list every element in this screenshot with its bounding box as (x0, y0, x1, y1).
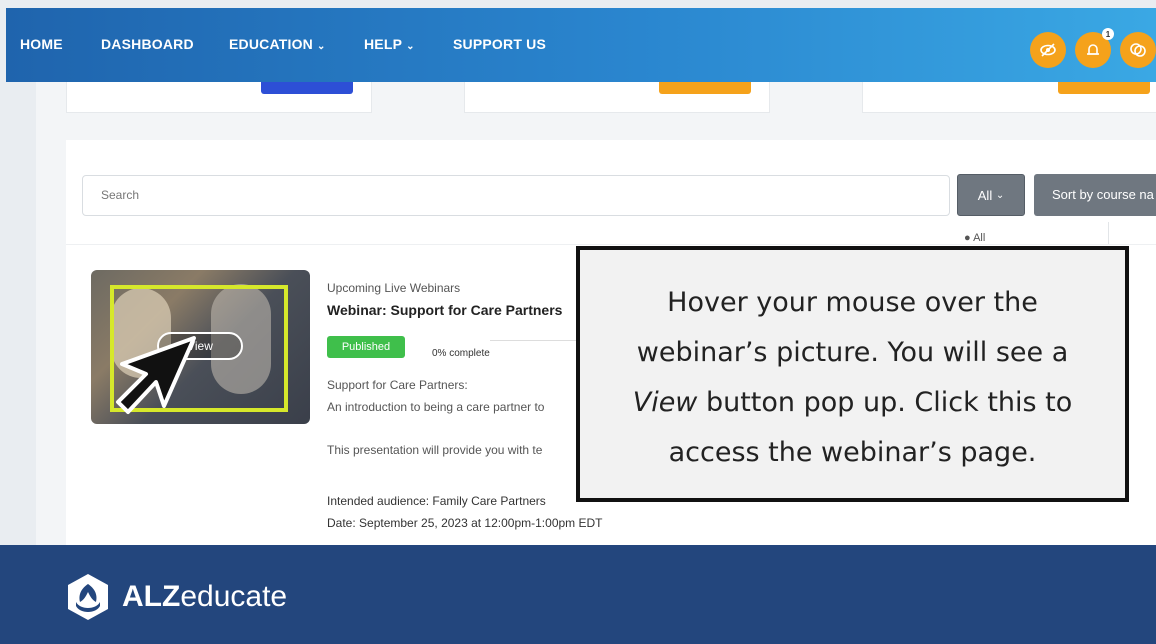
stat-card-button[interactable] (659, 82, 751, 94)
nav-dashboard[interactable]: DASHBOARD (101, 36, 194, 52)
nav-help-label: HELP (364, 36, 403, 52)
course-title[interactable]: Webinar: Support for Care Partners (327, 302, 562, 318)
nav-support-us[interactable]: SUPPORT US (453, 36, 546, 52)
progress-bar (490, 340, 580, 341)
course-category: Upcoming Live Webinars (327, 281, 461, 295)
chevron-down-icon: ⌄ (316, 41, 326, 52)
callout-line: access the webinar’s page. (668, 437, 1037, 468)
nav-help[interactable]: HELP ⌄ (364, 36, 415, 52)
notification-bell-icon[interactable]: 1 (1075, 28, 1114, 68)
course-date: Date: September 25, 2023 at 12:00pm-1:00… (327, 516, 603, 530)
nav-education[interactable]: EDUCATION ⌄ (229, 36, 326, 52)
stat-card-button[interactable] (1058, 82, 1150, 94)
callout-line: Hover your mouse over the (667, 287, 1038, 318)
alzeducate-logo-icon (68, 574, 108, 620)
cursor-arrow-icon (116, 336, 196, 414)
messages-icon[interactable] (1120, 32, 1156, 68)
stat-card-button[interactable] (261, 82, 353, 94)
notification-count-badge: 1 (1102, 28, 1114, 40)
search-input[interactable]: Search (82, 175, 950, 216)
course-desc-line: Support for Care Partners: (327, 378, 468, 392)
top-navbar: HOME DASHBOARD EDUCATION ⌄ HELP ⌄ SUPPORT … (6, 8, 1156, 82)
callout-line-rest: button pop up. Click this to (697, 387, 1073, 418)
callout-line: View button pop up. Click this to (580, 378, 1125, 428)
status-badge: Published (327, 336, 405, 358)
filter-all-label: All (977, 187, 993, 203)
nav-education-label: EDUCATION (229, 36, 313, 52)
chevron-down-icon: ⌄ (995, 189, 1005, 201)
chevron-down-icon: ⌄ (406, 41, 415, 52)
dropdown-option-all[interactable]: ● All (964, 232, 985, 244)
logo-bold: ALZ (122, 580, 181, 613)
tutorial-callout: Hover your mouse over the webinar’s pict… (576, 246, 1129, 502)
filter-all-button[interactable]: All ⌄ (957, 174, 1025, 216)
hide-eye-icon[interactable] (1030, 32, 1066, 68)
progress-text: 0% complete (432, 348, 490, 359)
course-desc-line: An introduction to being a care partner … (327, 400, 545, 414)
nav-home[interactable]: HOME (20, 36, 63, 52)
course-audience: Intended audience: Family Care Partners (327, 494, 546, 508)
callout-italic-view: View (632, 387, 698, 418)
sort-button[interactable]: Sort by course na (1034, 174, 1156, 216)
logo-light: educate (180, 580, 288, 613)
course-desc-line: This presentation will provide you with … (327, 443, 543, 457)
dropdown-option-label: All (973, 232, 986, 244)
alzeducate-logo-text: ALZeducate (122, 580, 287, 614)
callout-line: webinar’s picture. You will see a (636, 337, 1069, 368)
